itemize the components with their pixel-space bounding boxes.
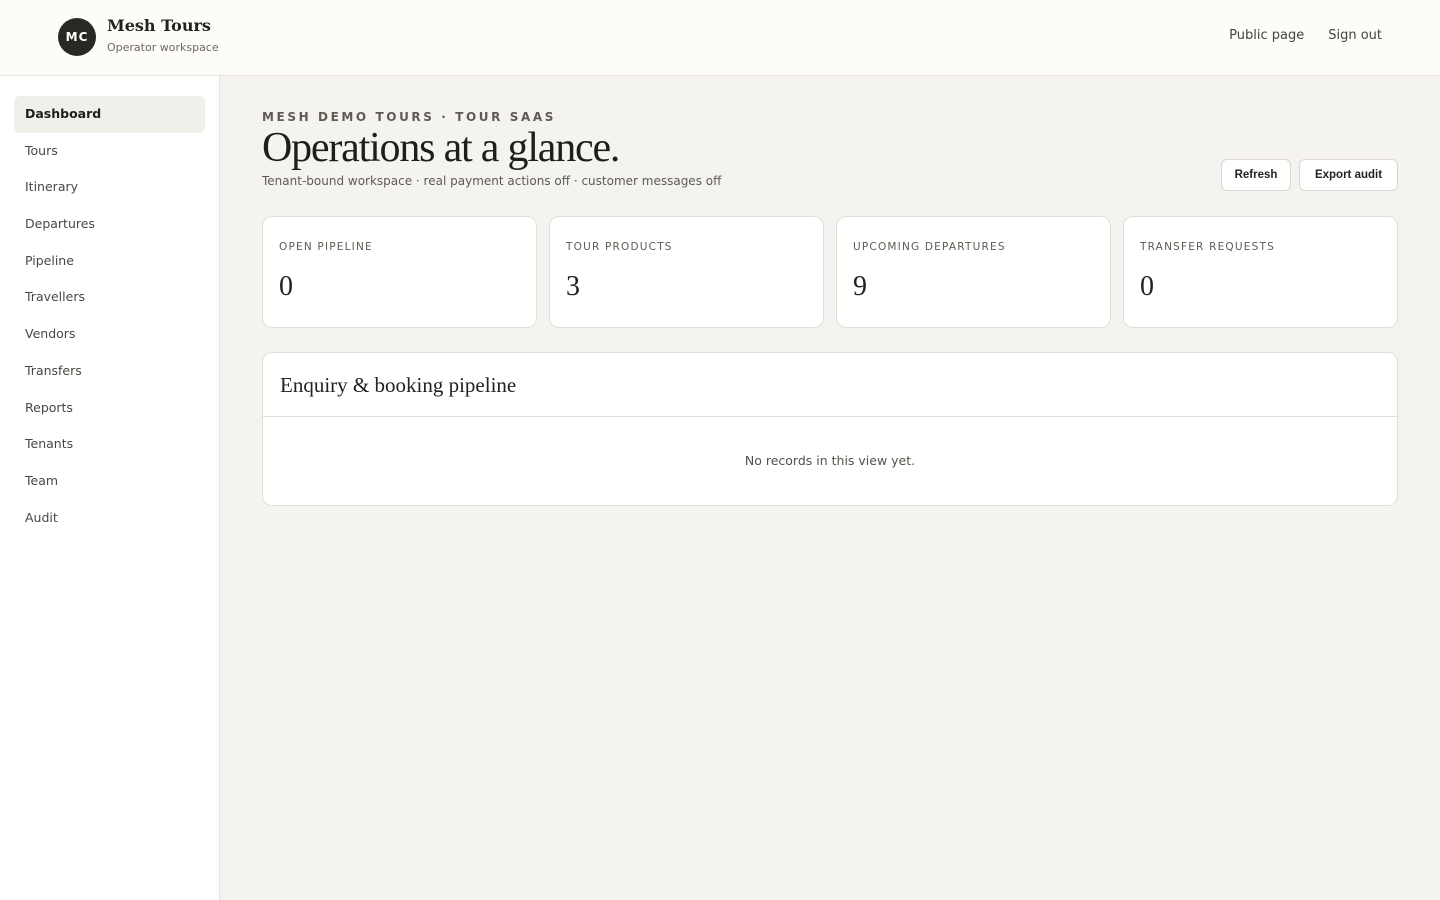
public-page-link[interactable]: Public page [1229,28,1304,43]
top-nav: Public page Sign out [1229,28,1382,43]
brand-subtitle: Operator workspace [107,41,219,54]
stat-label: OPEN PIPELINE [279,241,373,253]
sidebar-item-dashboard[interactable]: Dashboard [14,96,205,133]
stat-card-tour-products: TOUR PRODUCTS 3 [549,216,824,328]
stat-value: 0 [1140,271,1154,302]
sidebar: Dashboard Tours Itinerary Departures Pip… [0,76,220,900]
stat-value: 3 [566,271,580,302]
stat-label: TOUR PRODUCTS [566,241,673,253]
panel-title: Enquiry & booking pipeline [280,373,517,397]
sidebar-item-audit[interactable]: Audit [14,500,205,537]
avatar[interactable]: MC [58,18,96,56]
sidebar-item-team[interactable]: Team [14,463,205,500]
sidebar-item-pipeline[interactable]: Pipeline [14,243,205,280]
sidebar-item-vendors[interactable]: Vendors [14,316,205,353]
sidebar-item-transfers[interactable]: Transfers [14,353,205,390]
sign-out-link[interactable]: Sign out [1328,28,1382,43]
panel-header: Enquiry & booking pipeline [263,353,1397,417]
eyebrow-label: MESH DEMO TOURS · TOUR SAAS [262,110,557,124]
sidebar-item-departures[interactable]: Departures [14,206,205,243]
page-title: Operations at a glance. [262,125,620,171]
stat-value: 9 [853,271,867,302]
sidebar-item-itinerary[interactable]: Itinerary [14,169,205,206]
sidebar-item-travellers[interactable]: Travellers [14,279,205,316]
stat-card-open-pipeline: OPEN PIPELINE 0 [262,216,537,328]
sidebar-item-reports[interactable]: Reports [14,390,205,427]
page-subtitle: Tenant-bound workspace · real payment ac… [262,174,722,188]
pipeline-panel: Enquiry & booking pipeline No records in… [262,352,1398,506]
stat-label: UPCOMING DEPARTURES [853,241,1006,253]
refresh-button[interactable]: Refresh [1221,159,1291,191]
sidebar-item-tours[interactable]: Tours [14,133,205,170]
brand-name: Mesh Tours [107,16,211,35]
top-bar: MC Mesh Tours Operator workspace Public … [0,0,1440,76]
sidebar-item-tenants[interactable]: Tenants [14,426,205,463]
stat-label: TRANSFER REQUESTS [1140,241,1275,253]
empty-state-message: No records in this view yet. [744,453,916,468]
stat-value: 0 [279,271,293,302]
stat-card-transfer-requests: TRANSFER REQUESTS 0 [1123,216,1398,328]
export-audit-button[interactable]: Export audit [1299,159,1398,191]
stat-card-upcoming-departures: UPCOMING DEPARTURES 9 [836,216,1111,328]
